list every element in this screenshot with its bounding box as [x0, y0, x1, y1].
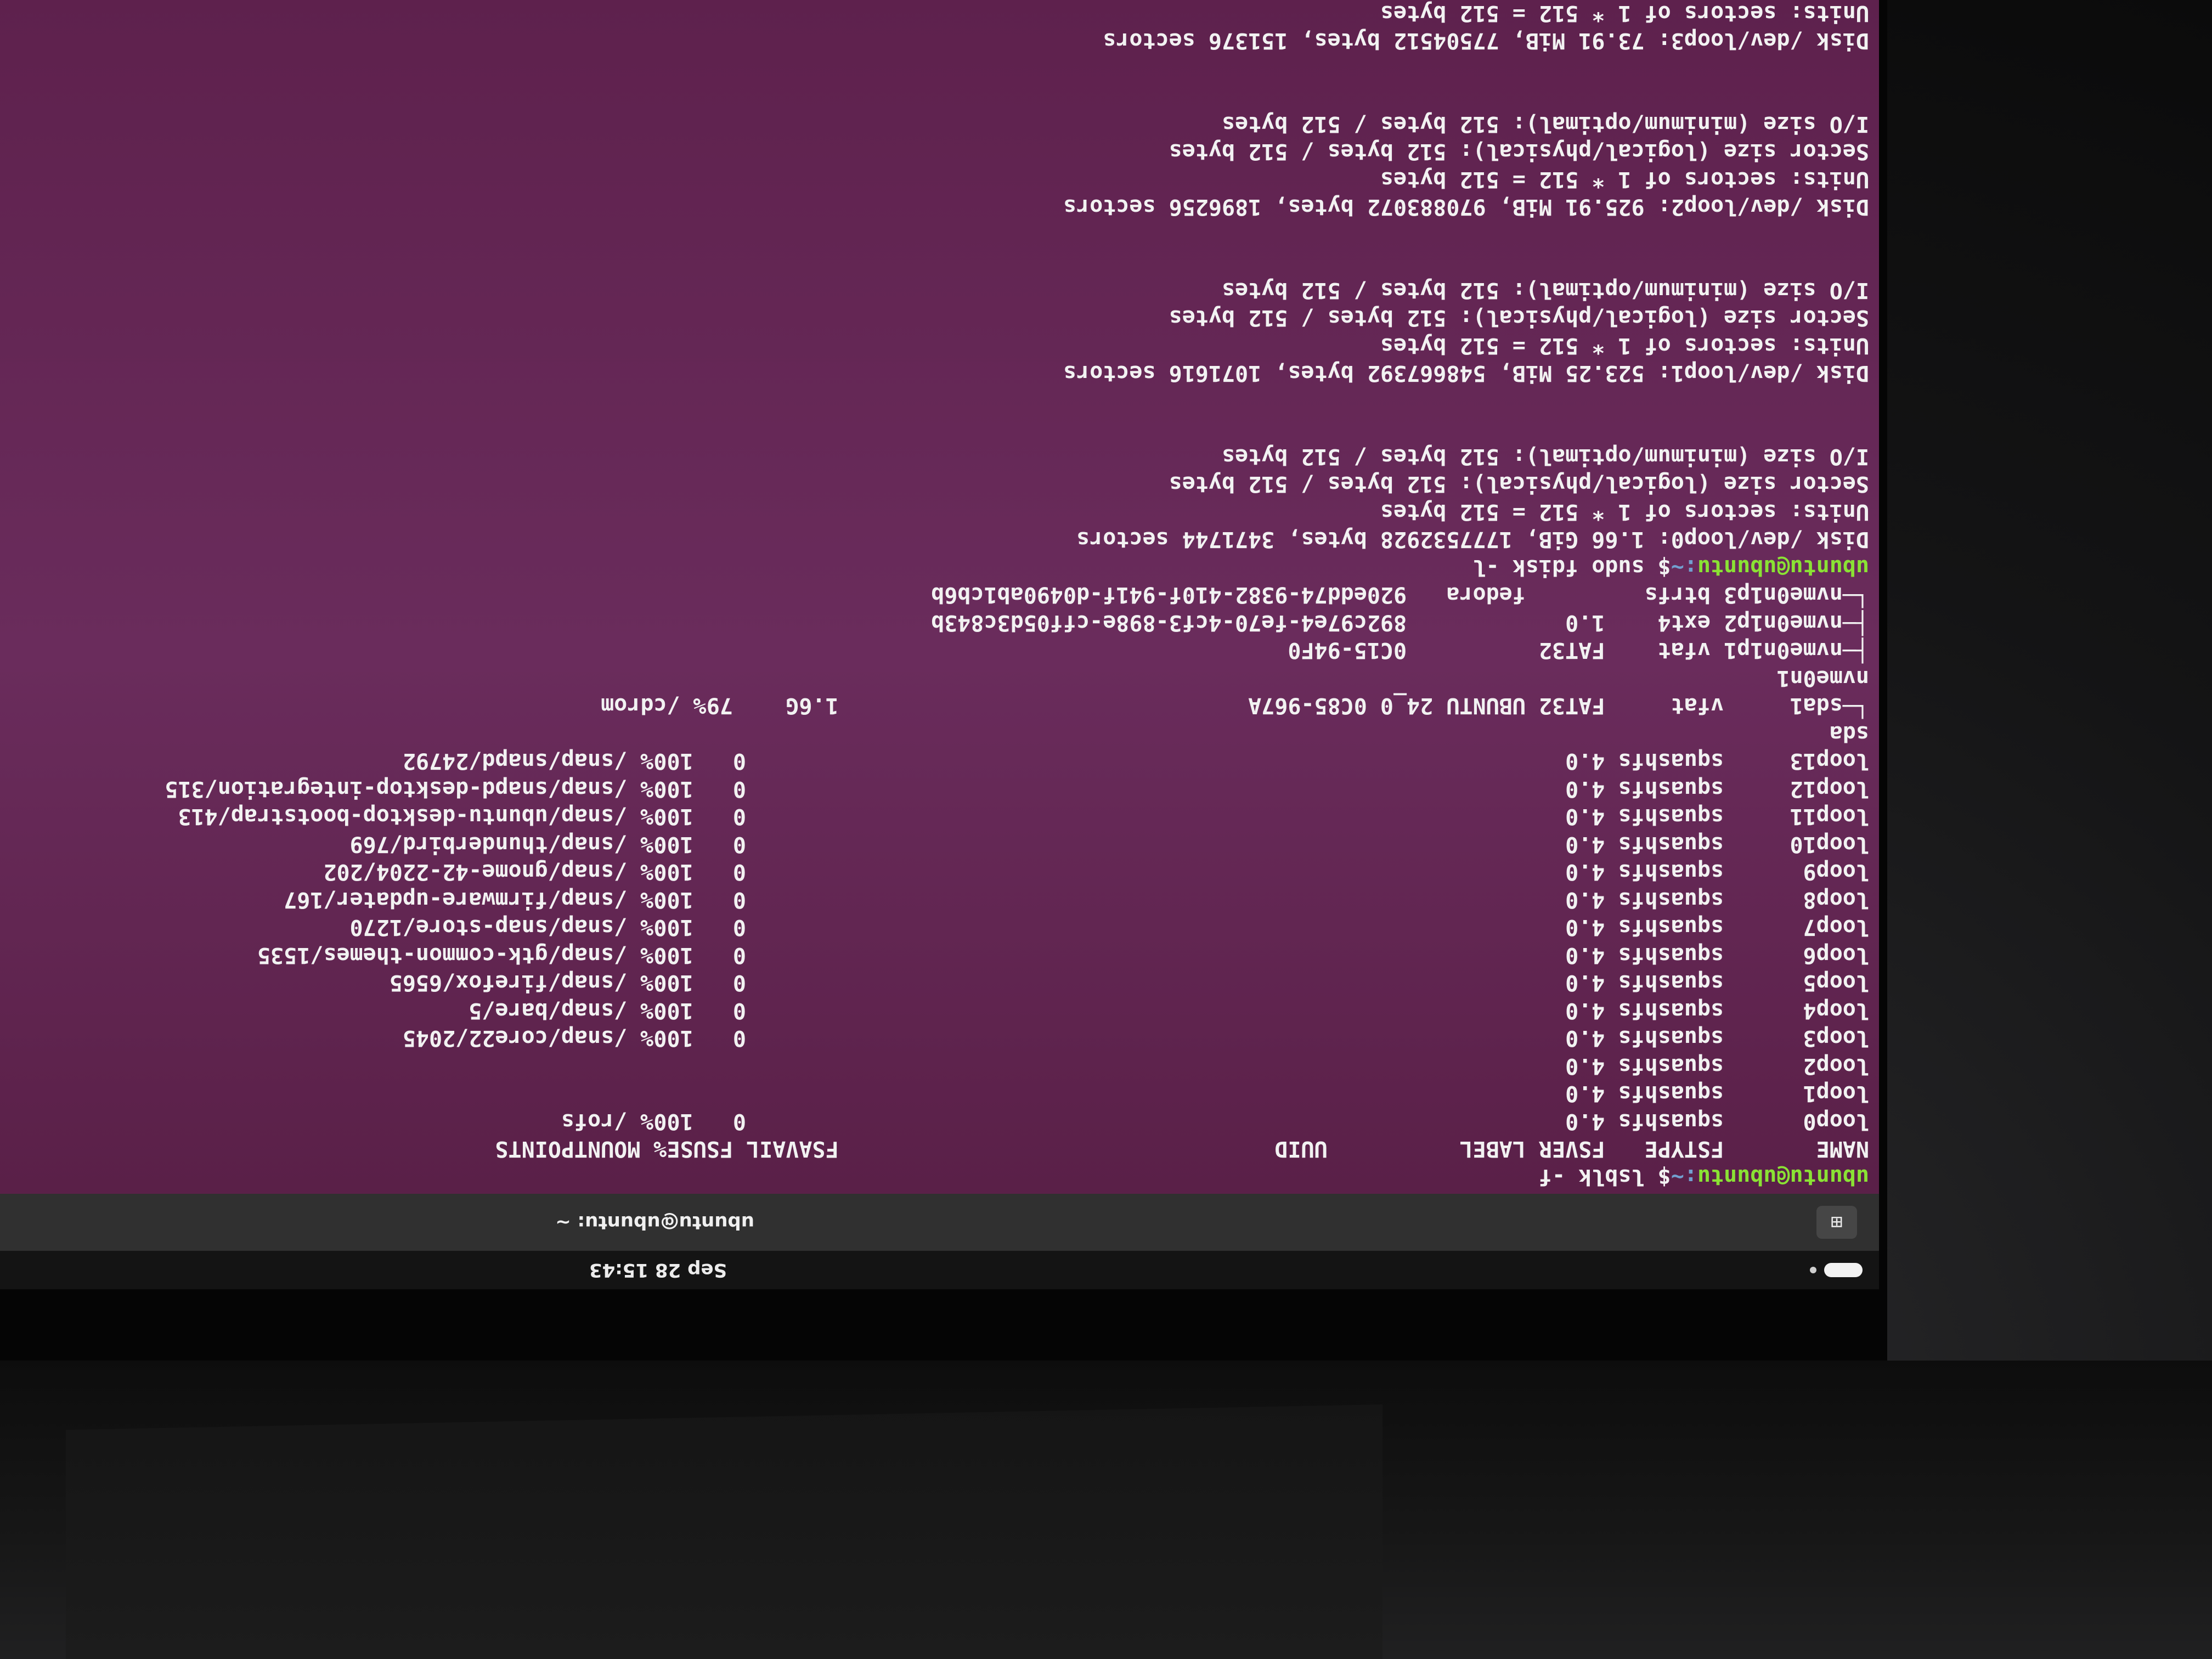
prompt-user: ubuntu@ubuntu [1697, 1164, 1869, 1189]
output-line: I/O size (minimum/optimal): 512 bytes / … [1221, 444, 1869, 469]
workspace-indicator[interactable] [1810, 1263, 1863, 1277]
monitor-bezel: Sep 28 15:43 ⊞ ubuntu@ubuntu: ~ ubuntu@u… [0, 0, 1887, 1361]
output-line: loop11 squashfs 4.0 0 100% /snap/ubuntu-… [178, 804, 1870, 830]
output-line: Sector size (logical/physical): 512 byte… [1169, 139, 1869, 165]
prompt-command: $ lsblk -f [1538, 1164, 1671, 1189]
output-line: └─nvme0n1p3 btrfs fedora 920edd74-9382-4… [931, 582, 1869, 608]
terminal-title: ubuntu@ubuntu: ~ [555, 1211, 754, 1233]
output-line: NAME FSTYPE FSVER LABEL UUID FSAVAIL FSU… [495, 1136, 1869, 1162]
output-line: ├─nvme0n1p2 ext4 1.0 892c97e4-fe70-4cf3-… [931, 610, 1869, 635]
output-line: loop12 squashfs 4.0 0 100% /snap/snapd-d… [165, 776, 1869, 802]
output-line: loop3 squashfs 4.0 0 100% /snap/core22/2… [402, 1025, 1869, 1051]
prompt-command: $ sudo fdisk -l [1472, 555, 1671, 580]
prompt-line: ubuntu@ubuntu:~$ lsblk -f [0, 1163, 1869, 1191]
workspace-dot[interactable] [1810, 1267, 1816, 1273]
clock[interactable]: Sep 28 15:43 [589, 1251, 727, 1289]
prompt-user: ubuntu@ubuntu [1697, 555, 1869, 580]
new-tab-button[interactable]: ⊞ [1816, 1206, 1857, 1239]
photo-scene: Sep 28 15:43 ⊞ ubuntu@ubuntu: ~ ubuntu@u… [0, 0, 2212, 1659]
prompt-line: ubuntu@ubuntu:~$ sudo fdisk -l [0, 554, 1869, 582]
output-line: Disk /dev/loop1: 523.25 MiB, 548667392 b… [1063, 360, 1869, 386]
output-line: Units: sectors of 1 * 512 = 512 bytes [1380, 333, 1869, 358]
output-line: loop8 squashfs 4.0 0 100% /snap/firmware… [284, 887, 1869, 912]
output-line: loop7 squashfs 4.0 0 100% /snap/snap-sto… [349, 915, 1869, 940]
output-line: nvme0n1 [1776, 665, 1869, 691]
output-line: I/O size (minimum/optimal): 512 bytes / … [1221, 278, 1869, 303]
prompt-path: :~ [1671, 1164, 1697, 1189]
output-line: Units: sectors of 1 * 512 = 512 bytes [1380, 1, 1869, 26]
output-line: Units: sectors of 1 * 512 = 512 bytes [1380, 499, 1869, 524]
output-line: loop4 squashfs 4.0 0 100% /snap/bare/5 [469, 998, 1869, 1023]
new-tab-icon: ⊞ [1831, 1211, 1843, 1234]
terminal-output[interactable]: ubuntu@ubuntu:~$ lsblk -f NAME FSTYPE FSV… [0, 0, 1879, 1194]
output-line: └─sda1 vfat FAT32 UBUNTU 24_0 0C85-967A … [601, 693, 1869, 719]
gnome-top-bar: Sep 28 15:43 [0, 1251, 1879, 1289]
terminal-headerbar: ⊞ ubuntu@ubuntu: ~ [0, 1193, 1879, 1251]
output-line: loop2 squashfs 4.0 [1565, 1053, 1869, 1079]
output-line: Disk /dev/loop2: 925.91 MiB, 970883072 b… [1063, 194, 1869, 220]
output-line: loop9 squashfs 4.0 0 100% /snap/gnome-42… [323, 859, 1869, 885]
output-line: Disk /dev/loop3: 73.91 MiB, 77504512 byt… [1103, 28, 1869, 54]
output-line: loop1 squashfs 4.0 [1565, 1081, 1869, 1107]
output-line: loop13 squashfs 4.0 0 100% /snap/snapd/2… [402, 748, 1869, 774]
output-line: loop10 squashfs 4.0 0 100% /snap/thunder… [349, 832, 1869, 857]
screen: Sep 28 15:43 ⊞ ubuntu@ubuntu: ~ ubuntu@u… [0, 0, 1879, 1289]
output-line: Units: sectors of 1 * 512 = 512 bytes [1380, 167, 1869, 192]
active-workspace-pill[interactable] [1824, 1263, 1863, 1277]
monitor-stand [66, 1404, 1383, 1659]
output-line: loop6 squashfs 4.0 0 100% /snap/gtk-comm… [257, 943, 1869, 968]
prompt-path: :~ [1671, 555, 1697, 580]
output-line: loop0 squashfs 4.0 0 100% /rofs [561, 1109, 1869, 1134]
output-line: ├─nvme0n1p1 vfat FAT32 0C15-94F0 [1288, 637, 1869, 663]
output-line: Disk /dev/loop0: 1.66 GiB, 1777532928 by… [1076, 527, 1869, 552]
output-line: loop5 squashfs 4.0 0 100% /snap/firefox/… [389, 970, 1869, 996]
output-line: I/O size (minimum/optimal): 512 bytes / … [1221, 111, 1869, 137]
output-line: Sector size (logical/physical): 512 byte… [1169, 305, 1869, 331]
output-line: sda [1829, 721, 1869, 746]
output-line: Sector size (logical/physical): 512 byte… [1169, 471, 1869, 497]
terminal-text: ubuntu@ubuntu:~$ lsblk -f NAME FSTYPE FSV… [0, 0, 1879, 1190]
